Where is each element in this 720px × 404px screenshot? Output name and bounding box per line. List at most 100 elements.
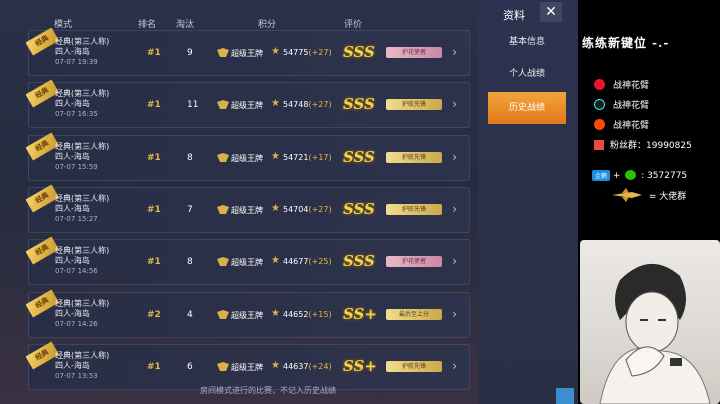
match-row[interactable]: 经典 经典(第三人称) 四人-海岛 07-07 14:56 #1 8 超级王牌 ★ 44677(… bbox=[26, 236, 470, 286]
match-eliminations: 4 bbox=[187, 309, 193, 320]
chevron-right-icon[interactable]: › bbox=[452, 307, 457, 321]
match-row[interactable]: 经典 经典(第三人称) 四人-海岛 07-07 16:35 #1 11 超级王牌 ★ 54748… bbox=[26, 79, 470, 129]
match-row[interactable]: 经典 经典(第三人称) 四人-海岛 07-07 13:53 #1 6 超级王牌 ★ 44637(… bbox=[26, 341, 470, 390]
match-date: 07-07 19:39 bbox=[55, 58, 98, 66]
match-date: 07-07 14:56 bbox=[55, 267, 98, 276]
plane-icon bbox=[612, 188, 642, 202]
overlay-title: 练练新键位 -.- bbox=[582, 36, 670, 50]
boss-group-label: = 大佬群 bbox=[648, 192, 687, 202]
match-row[interactable]: 经典 经典(第三人称) 四人-海岛 07-07 15:59 #1 8 超级王牌 ★ 54721(… bbox=[26, 132, 470, 181]
contact-row: 企鹅 + : 3572775 bbox=[592, 170, 687, 181]
grade-badge: SSS bbox=[343, 95, 375, 114]
tier-name: 超级王牌 bbox=[231, 310, 263, 320]
match-rank: #2 bbox=[147, 309, 161, 320]
match-rank: #1 bbox=[147, 48, 161, 58]
weibo-row: 战神花臂 bbox=[594, 78, 649, 91]
title-badge: 护花使者 bbox=[386, 47, 442, 58]
score-delta: (+27) bbox=[308, 100, 332, 110]
title-badge: 护花使者 bbox=[386, 256, 442, 268]
mode-name: 经典(第三人称) bbox=[55, 193, 110, 203]
match-eliminations: 8 bbox=[187, 152, 193, 163]
score-value: 54721(+17) bbox=[283, 153, 332, 162]
weibo-name: 战神花臂 bbox=[613, 81, 650, 91]
score-delta: (+27) bbox=[308, 204, 332, 214]
score-delta: (+24) bbox=[308, 361, 332, 371]
mode-name: 经典(第三人称) bbox=[55, 350, 110, 360]
mode-name: 经典(第三人称) bbox=[55, 89, 110, 99]
match-rank: #1 bbox=[147, 100, 161, 111]
fans-number: 19990825 bbox=[646, 141, 692, 151]
tier-name: 超级王牌 bbox=[231, 49, 263, 58]
chevron-right-icon[interactable]: › bbox=[452, 359, 457, 373]
match-eliminations: 11 bbox=[187, 100, 199, 111]
grade-badge: SS+ bbox=[343, 356, 377, 375]
tier-name: 超级王牌 bbox=[231, 153, 263, 163]
mode-map: 四人-海岛 bbox=[55, 151, 90, 161]
grade-badge: SSS bbox=[343, 199, 375, 218]
match-row[interactable]: 经典 经典(第三人称) 四人-海岛 07-07 15:27 #1 7 超级王牌 ★ 54704(… bbox=[26, 184, 470, 233]
tier-medal-icon bbox=[217, 48, 229, 57]
fans-label: 粉丝群： bbox=[610, 141, 647, 151]
score-value: 44652(+15) bbox=[283, 310, 332, 319]
score-number: 44652 bbox=[283, 309, 309, 319]
grade-badge: SSS bbox=[343, 43, 375, 61]
match-date: 07-07 14:26 bbox=[55, 319, 98, 328]
header-rank: 排名 bbox=[138, 20, 157, 30]
nav-history-record[interactable]: 历史战绩 bbox=[488, 92, 566, 124]
star-icon: ★ bbox=[271, 150, 280, 162]
mode-map: 四人-海岛 bbox=[55, 47, 90, 56]
tier-name: 超级王牌 bbox=[231, 258, 263, 268]
match-date: 07-07 13:53 bbox=[55, 371, 98, 380]
mode-info: 经典(第三人称) 四人-海岛 07-07 16:35 bbox=[55, 89, 109, 119]
weibo-icon bbox=[594, 79, 605, 90]
mode-info: 经典(第三人称) 四人-海岛 07-07 14:26 bbox=[55, 299, 109, 329]
chevron-right-icon[interactable]: › bbox=[452, 254, 457, 268]
match-row[interactable]: 经典 经典(第三人称) 四人-海岛 07-07 19:39 #1 9 超级王牌 ★ 54775(… bbox=[26, 27, 470, 76]
tier-medal-icon bbox=[217, 309, 229, 319]
score-number: 54748 bbox=[283, 100, 309, 110]
star-icon: ★ bbox=[271, 46, 280, 57]
douyin-row: 战神花臂 bbox=[594, 98, 649, 111]
score-delta: (+17) bbox=[308, 152, 332, 162]
tier-medal-icon bbox=[217, 257, 229, 267]
mode-info: 经典(第三人称) 四人-海岛 07-07 15:59 bbox=[55, 142, 109, 172]
star-icon: ★ bbox=[271, 307, 280, 319]
match-history-table: 模式 排名 淘汰 积分 评价 经典 经典(第三人称) 四人-海岛 07-07 19:3… bbox=[26, 10, 472, 404]
table-header: 模式 排名 淘汰 积分 评价 bbox=[26, 15, 472, 31]
douyin-icon bbox=[594, 99, 605, 110]
header-elim: 淘汰 bbox=[176, 20, 195, 30]
chevron-right-icon[interactable]: › bbox=[452, 97, 457, 111]
score-number: 44677 bbox=[283, 257, 309, 267]
nav-basic-info[interactable]: 基本信息 bbox=[488, 26, 566, 58]
grade-badge: SS+ bbox=[343, 304, 377, 323]
streamer-portrait-illustration bbox=[580, 240, 720, 404]
title-badge: 护航先锋 bbox=[386, 360, 442, 372]
gift-icon bbox=[594, 140, 604, 150]
chevron-right-icon[interactable]: › bbox=[452, 45, 457, 59]
score-delta: (+25) bbox=[308, 257, 332, 267]
score-number: 44637 bbox=[283, 361, 309, 371]
score-number: 54775 bbox=[283, 48, 309, 57]
score-value: 54748(+27) bbox=[283, 100, 332, 109]
match-row[interactable]: 经典 经典(第三人称) 四人-海岛 07-07 14:26 #2 4 超级王牌 ★ 44652(… bbox=[26, 289, 470, 338]
footnote-text: 房间模式进行的比赛，不记入历史战绩 bbox=[200, 386, 336, 395]
tier-medal-icon bbox=[217, 361, 229, 371]
close-button[interactable]: ✕ bbox=[540, 2, 562, 22]
score-number: 54721 bbox=[283, 152, 309, 162]
mode-map: 四人-海岛 bbox=[55, 256, 90, 266]
douyin-name: 战神花臂 bbox=[613, 101, 650, 111]
score-value: 44637(+24) bbox=[283, 362, 332, 371]
grade-badge: SSS bbox=[343, 252, 375, 271]
tier-name: 超级王牌 bbox=[231, 205, 263, 215]
mode-info: 经典(第三人称) 四人-海岛 07-07 19:39 bbox=[55, 37, 109, 67]
mode-info: 经典(第三人称) 四人-海岛 07-07 15:27 bbox=[55, 194, 109, 224]
title-badge: 护航先锋 bbox=[386, 203, 442, 215]
mode-map: 四人-海岛 bbox=[55, 360, 90, 370]
match-eliminations: 8 bbox=[187, 257, 193, 268]
match-date: 07-07 15:59 bbox=[55, 162, 98, 171]
chevron-right-icon[interactable]: › bbox=[452, 202, 457, 216]
chevron-right-icon[interactable]: › bbox=[452, 150, 457, 164]
match-rank: #1 bbox=[147, 152, 161, 163]
match-eliminations: 6 bbox=[187, 361, 193, 372]
nav-personal-record[interactable]: 个人战绩 bbox=[488, 58, 566, 90]
